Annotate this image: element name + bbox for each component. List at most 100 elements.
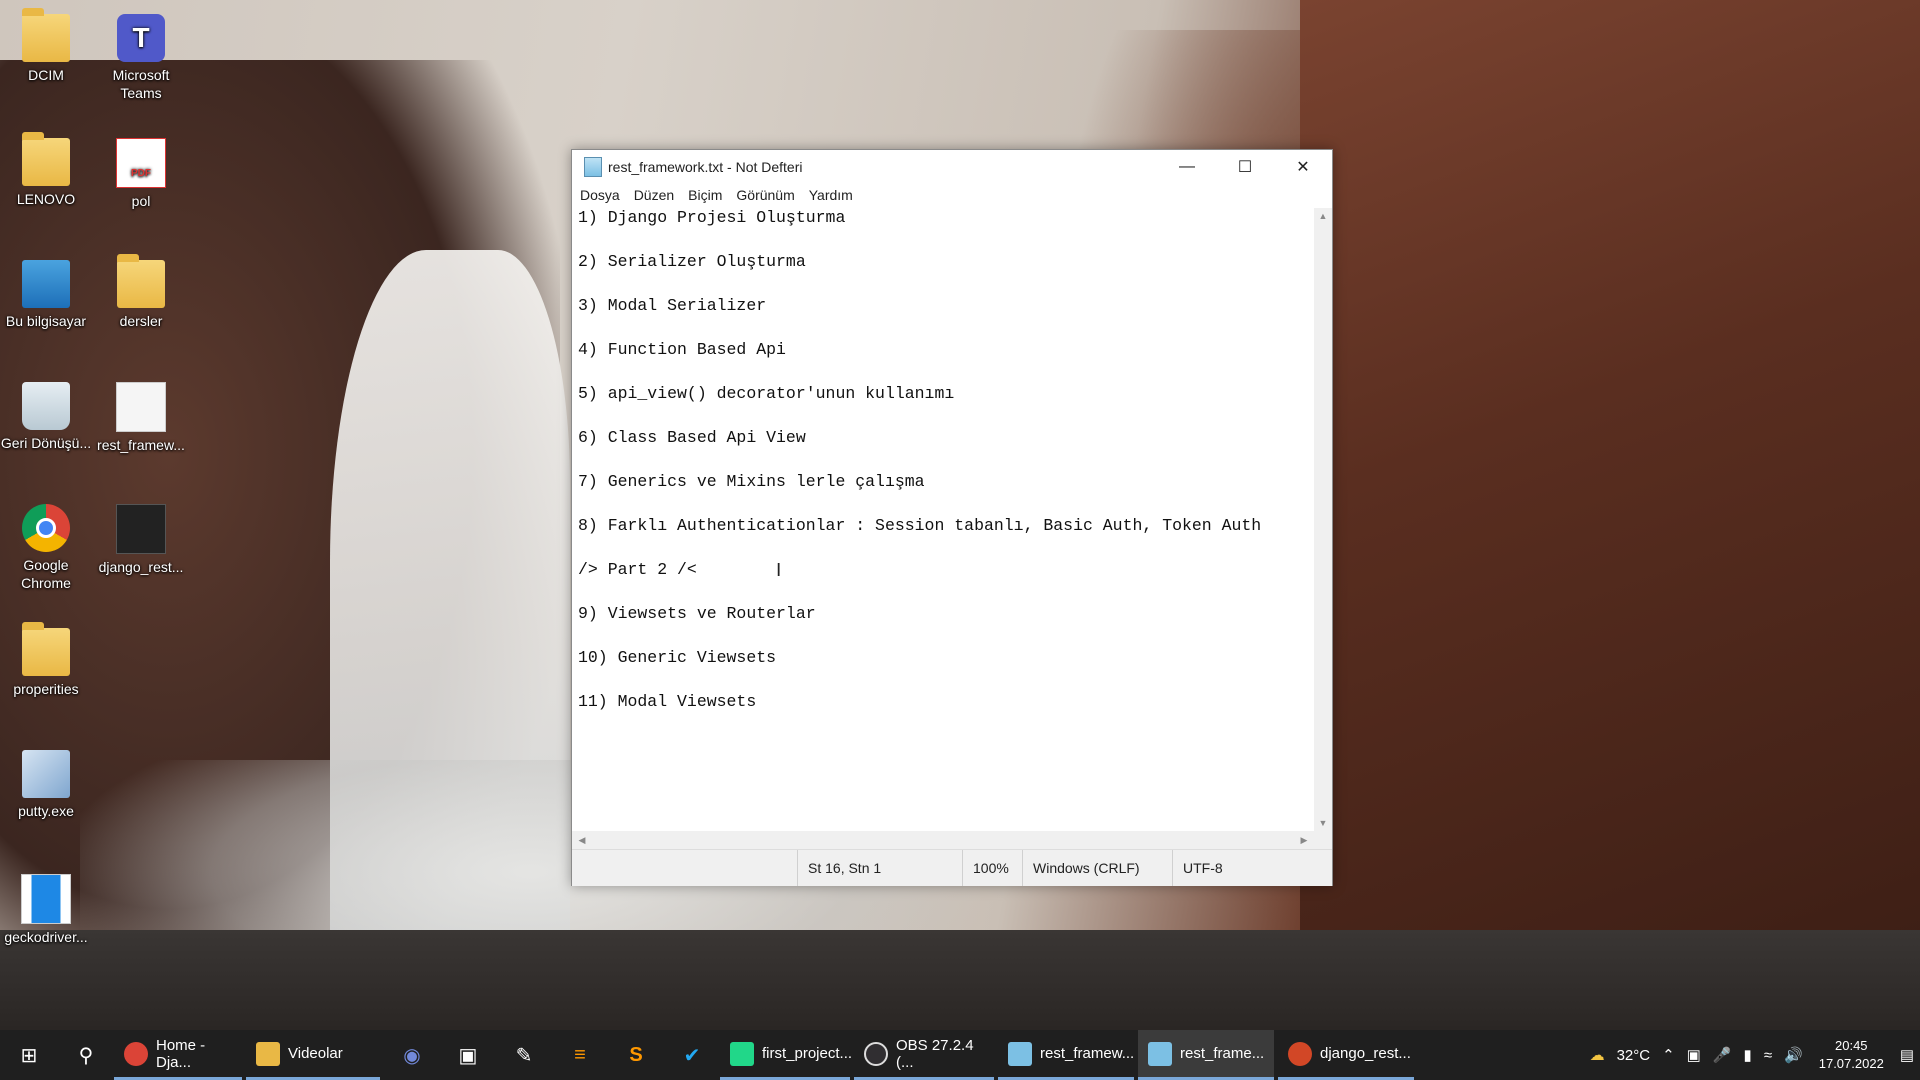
desktop-icon-label: django_rest... xyxy=(98,559,184,575)
taskbar-pinned-s-app[interactable]: S xyxy=(608,1030,664,1080)
editor-line: 2) Serializer Oluşturma xyxy=(578,252,806,271)
folder-icon xyxy=(22,622,70,676)
exe-icon xyxy=(21,874,71,924)
menu-edit[interactable]: Düzen xyxy=(634,187,674,203)
menu-view[interactable]: Görünüm xyxy=(736,187,794,203)
desktop-icon-dcim[interactable]: DCIM xyxy=(0,8,92,84)
wallpaper-ground xyxy=(0,930,1920,1030)
notifications-icon[interactable]: ▤ xyxy=(1900,1046,1914,1064)
notepad-window[interactable]: rest_framework.txt - Not Defteri — ☐ ✕ D… xyxy=(571,149,1333,886)
title-bar[interactable]: rest_framework.txt - Not Defteri — ☐ ✕ xyxy=(572,150,1332,183)
desktop-icon-label: pol xyxy=(131,193,151,209)
scroll-up-icon[interactable]: ▲ xyxy=(1314,208,1332,224)
microphone-icon[interactable]: 🎤 xyxy=(1713,1046,1732,1064)
taskbar-pinned-vscode[interactable]: ✔ xyxy=(664,1030,720,1080)
notepad-icon xyxy=(584,156,602,177)
desktop-icon-label: Google Chrome xyxy=(21,557,71,591)
editor-line: 5) api_view() decorator'unun kullanımı xyxy=(578,384,955,403)
editor-line: /> Part 2 /< xyxy=(578,560,697,579)
volume-icon[interactable]: 🔊 xyxy=(1784,1046,1803,1064)
video-file-icon xyxy=(116,504,166,554)
desktop-icon-label: DCIM xyxy=(28,67,64,83)
network-icon[interactable]: ▣ xyxy=(1687,1046,1701,1064)
desktop-icon-chrome[interactable]: Google Chrome xyxy=(0,504,92,592)
desktop-icon-lenovo[interactable]: LENOVO xyxy=(0,132,92,208)
weather-temperature[interactable]: 32°C xyxy=(1617,1047,1651,1064)
clock[interactable]: 20:45 17.07.2022 xyxy=(1819,1037,1884,1073)
desktop-icon-recycle-bin[interactable]: Geri Dönüşü... xyxy=(0,382,92,452)
taskbar-app-explorer[interactable]: Videolar xyxy=(246,1030,380,1080)
text-file-icon xyxy=(116,382,166,432)
desktop-icon-dersler[interactable]: dersler xyxy=(95,254,187,330)
taskbar-app-notepad-2[interactable]: rest_frame... xyxy=(1138,1030,1274,1080)
taskbar-app-obs[interactable]: OBS 27.2.4 (... xyxy=(854,1030,994,1080)
wallpaper-cliff-right xyxy=(1300,0,1920,1030)
clock-date: 17.07.2022 xyxy=(1818,1056,1884,1071)
taskbar-app-pycharm[interactable]: first_project... xyxy=(720,1030,852,1080)
desktop-icon-label: Geri Dönüşü... xyxy=(0,435,92,451)
desktop-icon-this-pc[interactable]: Bu bilgisayar xyxy=(0,260,92,330)
scroll-right-icon[interactable]: ▶ xyxy=(1296,831,1312,849)
pdf-icon xyxy=(116,138,166,188)
status-zoom: 100% xyxy=(962,850,1022,886)
status-cursor-position: St 16, Stn 1 xyxy=(797,850,962,886)
desktop-icon-rest-framework[interactable]: rest_framew... xyxy=(95,382,187,454)
desktop-icon-teams[interactable]: T Microsoft Teams xyxy=(95,14,187,102)
desktop-icon-label: putty.exe xyxy=(18,803,74,819)
taskbar-pinned-notes[interactable]: ✎ xyxy=(496,1030,552,1080)
windows-logo-icon: ⊞ xyxy=(20,1044,38,1067)
start-button[interactable]: ⊞ xyxy=(0,1030,58,1080)
obs-icon xyxy=(864,1041,888,1066)
desktop-icon-label: LENOVO xyxy=(16,191,76,207)
status-bar: St 16, Stn 1 100% Windows (CRLF) UTF-8 xyxy=(572,849,1332,886)
desktop-icon-label: properities xyxy=(13,681,79,697)
desktop-icon-pol[interactable]: pol xyxy=(95,138,187,210)
status-encoding: UTF-8 xyxy=(1172,850,1312,886)
desktop-icon-putty[interactable]: putty.exe xyxy=(0,750,92,820)
desktop-icon-label: Bu bilgisayar xyxy=(5,313,87,329)
horizontal-scrollbar[interactable]: ◀ ▶ xyxy=(572,831,1314,849)
menu-help[interactable]: Yardım xyxy=(809,187,853,203)
taskbar-pinned-discord[interactable]: ◉ xyxy=(384,1030,440,1080)
system-tray: ☁ 32°C ⌃ ▣ 🎤 ▮ ≈ 🔊 20:45 17.07.2022 ▤ xyxy=(1584,1030,1920,1080)
editor-line: 7) Generics ve Mixins lerle çalışma xyxy=(578,472,925,491)
battery-icon[interactable]: ▮ xyxy=(1744,1046,1752,1064)
chrome-icon xyxy=(124,1041,148,1066)
wallpaper-waterfall xyxy=(330,250,570,1030)
minimize-button[interactable]: — xyxy=(1158,150,1216,183)
taskbar-pinned-terminal[interactable]: ▣ xyxy=(440,1030,496,1080)
weather-icon[interactable]: ☁ xyxy=(1590,1046,1605,1064)
menu-format[interactable]: Biçim xyxy=(688,187,722,203)
file-explorer-icon xyxy=(256,1041,280,1066)
search-button[interactable]: ⚲ xyxy=(58,1030,114,1080)
pycharm-icon xyxy=(730,1041,754,1066)
terminal-icon: ▣ xyxy=(458,1044,478,1067)
menu-bar: Dosya Düzen Biçim Görünüm Yardım xyxy=(572,183,1332,207)
desktop-icon-django-rest[interactable]: django_rest... xyxy=(95,504,187,576)
scrollbar-corner xyxy=(1314,831,1332,849)
desktop-icon-label: geckodriver... xyxy=(4,929,88,945)
close-button[interactable]: ✕ xyxy=(1274,150,1332,183)
close-icon: ✕ xyxy=(1296,158,1310,176)
taskbar-pinned-sublime[interactable]: ≡ xyxy=(552,1030,608,1080)
sublime-icon: ≡ xyxy=(574,1043,586,1066)
computer-icon xyxy=(22,260,70,308)
desktop-icon-properities[interactable]: properities xyxy=(0,622,92,698)
taskbar-app-chrome[interactable]: Home - Dja... xyxy=(114,1030,242,1080)
menu-file[interactable]: Dosya xyxy=(580,187,620,203)
taskbar: ⊞ ⚲ Home - Dja... Videolar ◉ ▣ ✎ ≡ S ✔ f… xyxy=(0,1030,1920,1080)
wifi-icon[interactable]: ≈ xyxy=(1764,1047,1772,1064)
desktop-icon-geckodriver[interactable]: geckodriver... xyxy=(0,874,92,946)
taskbar-app-label: Home - Dja... xyxy=(156,1036,206,1071)
chevron-up-icon[interactable]: ⌃ xyxy=(1662,1046,1675,1064)
taskbar-app-notepad-1[interactable]: rest_framew... xyxy=(998,1030,1134,1080)
maximize-button[interactable]: ☐ xyxy=(1216,150,1274,183)
scroll-down-icon[interactable]: ▼ xyxy=(1314,815,1332,831)
editor-line: 6) Class Based Api View xyxy=(578,428,806,447)
vertical-scrollbar[interactable]: ▲ ▼ xyxy=(1314,208,1332,831)
scroll-left-icon[interactable]: ◀ xyxy=(574,831,590,849)
notes-icon: ✎ xyxy=(515,1044,533,1067)
editor-line: 10) Generic Viewsets xyxy=(578,648,777,667)
text-editor[interactable]: 1) Django Projesi Oluşturma 2) Serialize… xyxy=(572,208,1314,831)
taskbar-app-powerpoint[interactable]: django_rest... xyxy=(1278,1030,1414,1080)
